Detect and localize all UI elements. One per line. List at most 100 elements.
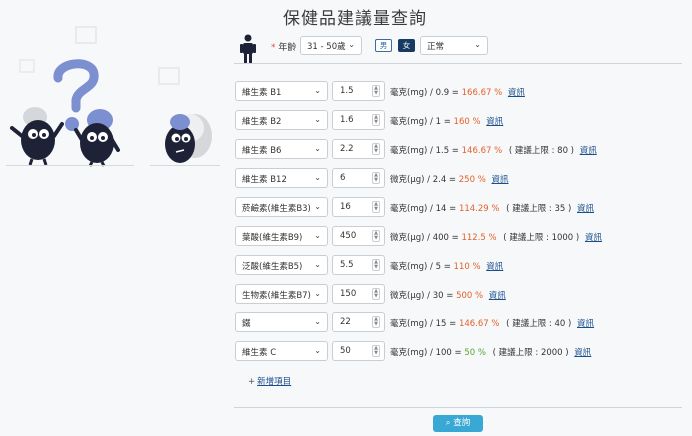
unit-text: 毫克(mg) (390, 204, 428, 214)
chevron-down-icon: ⌄ (314, 231, 321, 240)
chevron-down-icon: ⌄ (314, 173, 321, 182)
percent-value: 114.29 % (458, 204, 500, 214)
gender-female-button[interactable]: 女 (398, 39, 415, 52)
unit-text: 毫克(mg) (390, 319, 428, 329)
nutrient-select[interactable]: 維生素 B12 ⌄ (235, 168, 328, 188)
ground-line (150, 165, 220, 166)
rda-text: / 0.9 = (430, 88, 459, 98)
info-link[interactable]: 資訊 (508, 88, 525, 98)
nutrient-result: 微克(μg) / 2.4 = 250 % 資訊 (390, 173, 509, 185)
nutrient-select-value: 維生素 C (242, 348, 277, 358)
nutrient-result: 毫克(mg) / 5 = 110 % 資訊 (390, 260, 503, 272)
nutrient-row: 維生素 B6 ⌄ 2.2 ▲ ▼ 毫克(mg) / 1.5 = 146.67 % ( 建議… (235, 139, 685, 159)
plus-icon: + (248, 377, 256, 387)
percent-value: 250 % (458, 175, 486, 185)
nutrient-result: 毫克(mg) / 1.5 = 146.67 % ( 建議上限 : 80 ) 資訊 (390, 144, 597, 156)
amount-value: 450 (340, 231, 357, 241)
nutrient-select-value: 菸鹼素(維生素B3) (242, 204, 311, 214)
percent-value: 146.67 % (458, 319, 500, 329)
nutrient-select[interactable]: 維生素 B6 ⌄ (235, 139, 328, 159)
gender-male-button[interactable]: 男 (375, 39, 392, 52)
nutrient-result: 微克(μg) / 400 = 112.5 % ( 建議上限 : 1000 ) 資… (390, 231, 602, 243)
amount-input[interactable]: 2.2 ▲ ▼ (332, 139, 385, 159)
info-link[interactable]: 資訊 (580, 146, 597, 156)
chevron-down-icon: ⌄ (314, 115, 321, 124)
info-link[interactable]: 資訊 (577, 319, 594, 329)
nutrient-result: 毫克(mg) / 0.9 = 166.67 % 資訊 (390, 86, 525, 98)
nutrient-select[interactable]: 維生素 C ⌄ (235, 341, 328, 361)
stepper-icon[interactable]: ▲ ▼ (372, 85, 380, 97)
amount-input[interactable]: 16 ▲ ▼ (332, 197, 385, 217)
nutrient-select[interactable]: 菸鹼素(維生素B3) ⌄ (235, 197, 328, 217)
amount-value: 22 (340, 317, 351, 327)
nutrient-select[interactable]: 維生素 B2 ⌄ (235, 110, 328, 130)
amount-input[interactable]: 50 ▲ ▼ (332, 341, 385, 361)
chevron-down-icon: ⌄ (314, 144, 321, 153)
upper-limit-text: ( 建議上限 : 1000 ) (503, 233, 580, 243)
nutrient-select[interactable]: 維生素 B1 ⌄ (235, 81, 328, 101)
stepper-icon[interactable]: ▲ ▼ (372, 345, 380, 357)
info-link[interactable]: 資訊 (491, 175, 508, 185)
rda-text: / 5 = (430, 262, 451, 272)
info-link[interactable]: 資訊 (585, 233, 602, 243)
ground-line (6, 165, 134, 166)
amount-input[interactable]: 1.5 ▲ ▼ (332, 81, 385, 101)
question-characters-illustration (10, 26, 212, 167)
stepper-icon[interactable]: ▲ ▼ (372, 288, 380, 300)
nutrient-select[interactable]: 葉酸(維生素B9) ⌄ (235, 226, 328, 246)
add-item-link[interactable]: + 新增項目 (248, 375, 291, 387)
chevron-down-icon: ⌄ (314, 289, 321, 298)
add-item-label: 新增項目 (257, 377, 292, 387)
amount-input[interactable]: 1.6 ▲ ▼ (332, 110, 385, 130)
divider (234, 407, 682, 408)
chevron-down-icon: ⌄ (314, 346, 321, 355)
stepper-icon[interactable]: ▲ ▼ (372, 143, 380, 155)
condition-select[interactable]: 正常 ⌄ (420, 36, 488, 55)
unit-text: 毫克(mg) (390, 88, 428, 98)
nutrient-result: 毫克(mg) / 1 = 160 % 資訊 (390, 115, 503, 127)
required-star: * (271, 43, 276, 53)
amount-input[interactable]: 22 ▲ ▼ (332, 312, 385, 332)
condition-select-value: 正常 (427, 42, 445, 52)
nutrient-select[interactable]: 泛酸(維生素B5) ⌄ (235, 255, 328, 275)
info-link[interactable]: 資訊 (486, 117, 503, 127)
age-select[interactable]: 31 - 50歲 ⌄ (300, 36, 362, 55)
amount-input[interactable]: 450 ▲ ▼ (332, 226, 385, 246)
stepper-icon[interactable]: ▲ ▼ (372, 172, 380, 184)
stepper-icon[interactable]: ▲ ▼ (372, 259, 380, 271)
percent-value: 112.5 % (461, 233, 497, 243)
chevron-down-icon: ⌄ (314, 86, 321, 95)
rda-text: / 400 = (427, 233, 459, 243)
nutrient-select[interactable]: 生物素(維生素B7) ⌄ (235, 284, 328, 304)
amount-input[interactable]: 5.5 ▲ ▼ (332, 255, 385, 275)
nutrient-result: 毫克(mg) / 14 = 114.29 % ( 建議上限 : 35 ) 資訊 (390, 202, 594, 214)
rda-text: / 1.5 = (430, 146, 459, 156)
amount-input[interactable]: 6 ▲ ▼ (332, 168, 385, 188)
info-link[interactable]: 資訊 (489, 291, 506, 301)
age-label-text: 年齡 (278, 43, 297, 53)
unit-text: 微克(μg) (390, 175, 425, 185)
stepper-icon[interactable]: ▲ ▼ (372, 316, 380, 328)
nutrient-row: 葉酸(維生素B9) ⌄ 450 ▲ ▼ 微克(μg) / 400 = 112.5 % ( … (235, 226, 685, 246)
rda-text: / 2.4 = (427, 175, 457, 185)
info-link[interactable]: 資訊 (577, 204, 594, 214)
percent-value: 160 % (453, 117, 481, 127)
search-button-label: 查詢 (453, 418, 471, 428)
nutrient-result: 毫克(mg) / 100 = 50 % ( 建議上限 : 2000 ) 資訊 (390, 346, 591, 358)
stepper-icon[interactable]: ▲ ▼ (372, 230, 380, 242)
amount-input[interactable]: 150 ▲ ▼ (332, 284, 385, 304)
search-button[interactable]: ⌕ 查詢 (433, 415, 483, 432)
nutrient-select-value: 維生素 B12 (242, 175, 287, 185)
chevron-down-icon: ⌄ (314, 202, 321, 211)
stepper-icon[interactable]: ▲ ▼ (372, 201, 380, 213)
percent-value: 110 % (453, 262, 481, 272)
percent-value: 166.67 % (461, 88, 503, 98)
nutrient-row: 維生素 B12 ⌄ 6 ▲ ▼ 微克(μg) / 2.4 = 250 % 資訊 (235, 168, 685, 188)
chevron-down-icon: ⌄ (314, 317, 321, 326)
info-link[interactable]: 資訊 (486, 262, 503, 272)
info-link[interactable]: 資訊 (574, 348, 591, 358)
divider (234, 63, 682, 64)
stepper-icon[interactable]: ▲ ▼ (372, 114, 380, 126)
nutrient-select[interactable]: 鐵 ⌄ (235, 312, 328, 332)
unit-text: 微克(μg) (390, 233, 425, 243)
